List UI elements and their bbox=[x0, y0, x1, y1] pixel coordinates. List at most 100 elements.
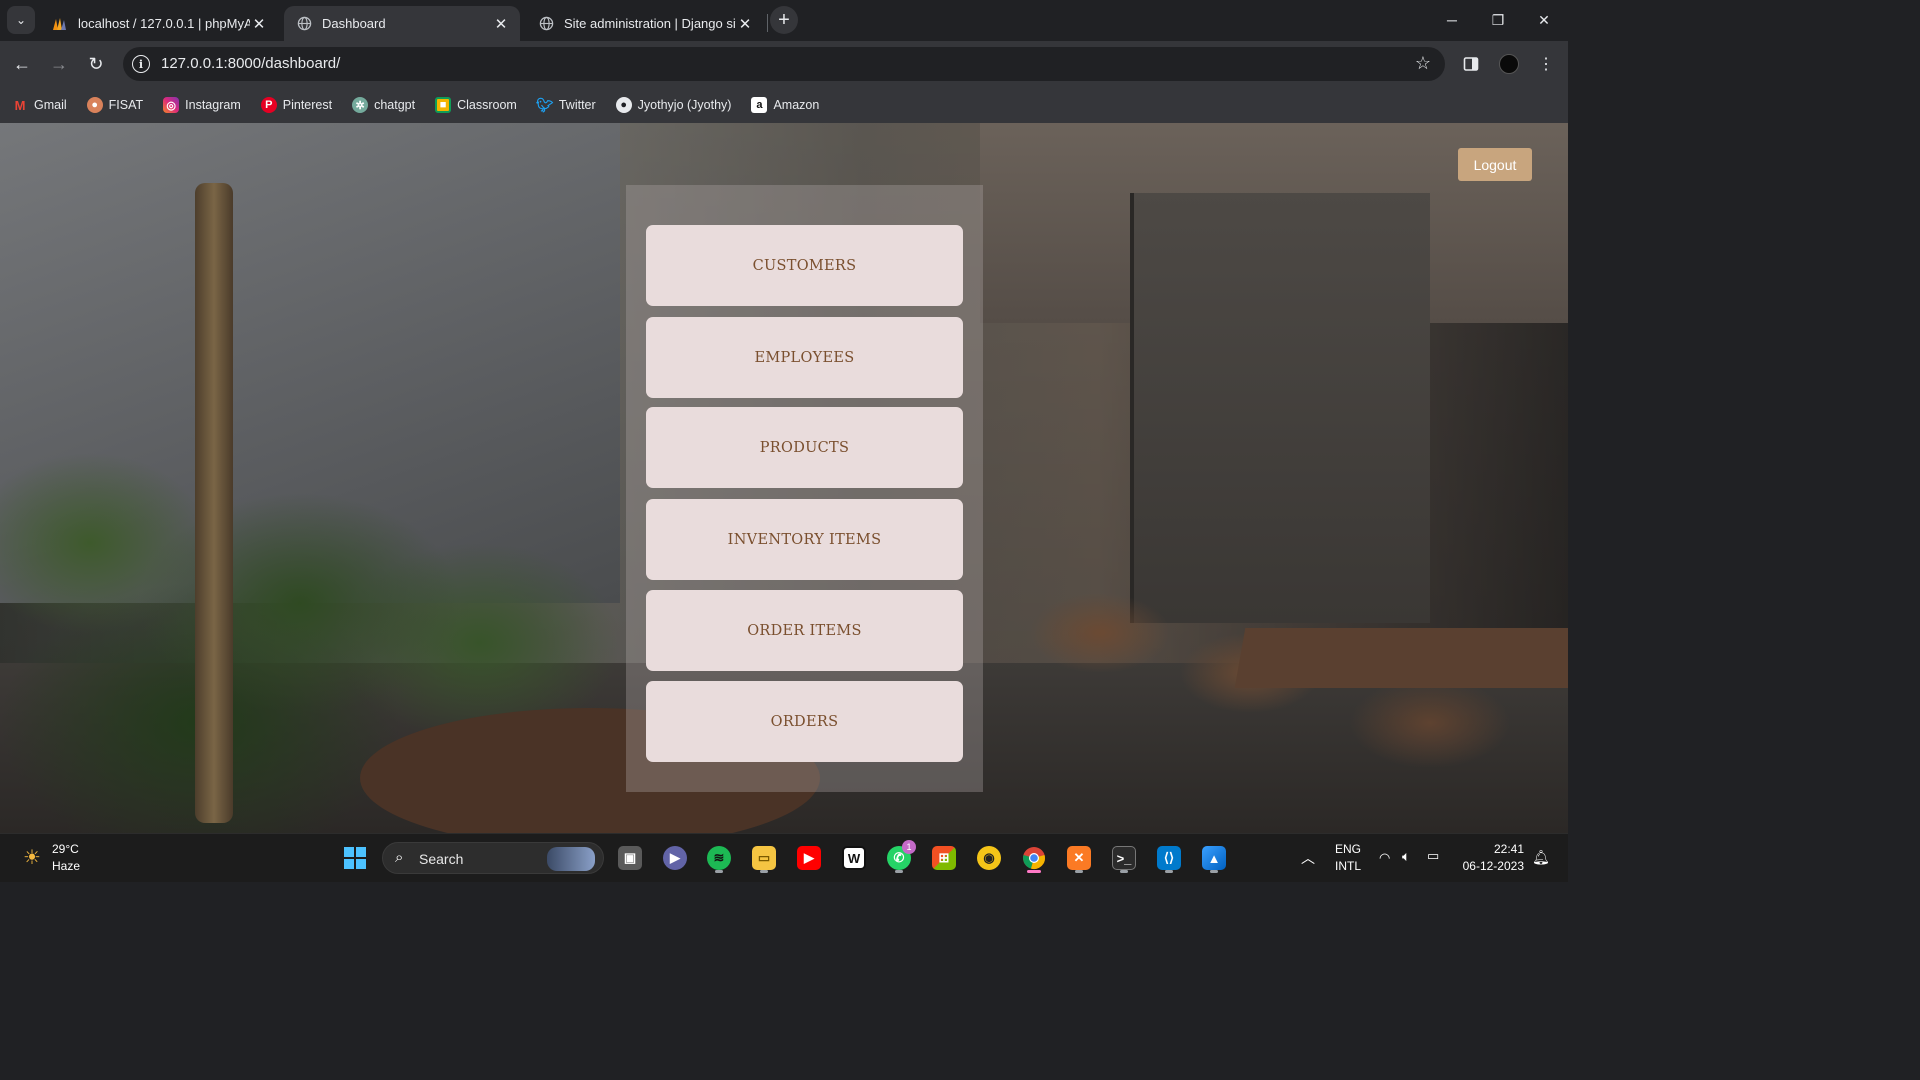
bookmark-chatgpt[interactable]: ✲ chatgpt bbox=[352, 97, 415, 113]
windows-start-icon[interactable] bbox=[338, 842, 372, 874]
search-highlight-image bbox=[547, 847, 595, 871]
tab-dashboard[interactable]: Dashboard ✕ bbox=[284, 6, 520, 41]
whatsapp-badge: 1 bbox=[902, 840, 916, 854]
bookmark-label: Twitter bbox=[558, 98, 596, 112]
forward-arrow-icon[interactable]: → bbox=[45, 50, 73, 78]
teams-meet-icon[interactable]: ▶ bbox=[658, 842, 692, 874]
tab-phpmyadmin[interactable]: localhost / 127.0.0.1 | phpMyAdmin ✕ bbox=[40, 6, 278, 41]
address-bar[interactable]: i 127.0.0.1:8000/dashboard/ ☆ bbox=[123, 47, 1445, 81]
github-icon: ● bbox=[615, 97, 632, 113]
bookmark-twitter[interactable]: 🐦︎ Twitter bbox=[535, 96, 596, 113]
window-close-icon[interactable]: ✕ bbox=[1521, 0, 1567, 40]
bookmark-label: chatgpt bbox=[374, 98, 416, 112]
microsoft-store-icon[interactable]: ⊞ bbox=[927, 842, 961, 874]
clock-time: 22:41 bbox=[1493, 842, 1524, 856]
spotify-icon[interactable]: ≋ bbox=[702, 842, 736, 874]
task-view-icon[interactable]: ▣ bbox=[613, 842, 647, 874]
reload-icon[interactable]: ↻ bbox=[82, 50, 110, 78]
bookmark-label: Jyothyjo (Jyothy) bbox=[637, 98, 732, 112]
bookmark-label: Gmail bbox=[34, 98, 67, 112]
norton-vpn-icon[interactable]: ◉ bbox=[972, 842, 1006, 874]
wikipedia-w-icon[interactable]: W bbox=[837, 842, 871, 874]
employees-button[interactable]: EMPLOYEES bbox=[646, 317, 963, 398]
twitter-icon: 🐦︎ bbox=[535, 96, 554, 113]
taskbar-search-label: Search bbox=[419, 851, 464, 867]
bookmark-gmail[interactable]: M Gmail bbox=[12, 97, 67, 113]
image-viewer-icon[interactable]: ▲ bbox=[1197, 842, 1231, 874]
youtube-icon[interactable]: ▶ bbox=[792, 842, 826, 874]
instagram-icon: ◎ bbox=[163, 97, 180, 113]
globe-icon bbox=[296, 16, 312, 32]
windows-taskbar: ☀ 29°C Haze ⌕ Search ▣ ▶ ≋ ▭ ▶ W ✆ 1 ⊞ ◉… bbox=[0, 833, 1568, 882]
fisat-icon: ● bbox=[86, 97, 103, 113]
side-panel-icon[interactable] bbox=[1457, 50, 1485, 78]
site-info-icon[interactable]: i bbox=[132, 55, 150, 73]
more-menu-icon[interactable]: ⋮ bbox=[1532, 50, 1560, 78]
tab-django-admin[interactable]: Site administration | Django site admin … bbox=[526, 6, 764, 41]
battery-icon[interactable]: ▭ bbox=[1427, 848, 1439, 864]
minimize-icon[interactable]: ─ bbox=[1429, 0, 1475, 40]
background-palm-trunk bbox=[195, 183, 233, 823]
bookmark-classroom[interactable]: ■ Classroom bbox=[435, 97, 517, 113]
show-hidden-icons-chevron[interactable]: ︿ bbox=[1301, 848, 1315, 868]
inventory-items-button[interactable]: INVENTORY ITEMS bbox=[646, 499, 963, 580]
globe-icon bbox=[538, 16, 554, 32]
orders-button[interactable]: ORDERS bbox=[646, 681, 963, 762]
products-button[interactable]: PRODUCTS bbox=[646, 407, 963, 488]
chrome-icon[interactable] bbox=[1017, 842, 1051, 874]
bookmark-star-icon[interactable]: ☆ bbox=[1415, 53, 1431, 74]
file-explorer-icon[interactable]: ▭ bbox=[747, 842, 781, 874]
pinterest-icon: P bbox=[260, 97, 277, 113]
bookmark-label: Amazon bbox=[773, 98, 820, 112]
bookmarks-bar: M Gmail ● FISAT ◎ Instagram P Pinterest … bbox=[0, 87, 1568, 123]
bookmark-github[interactable]: ● Jyothyjo (Jyothy) bbox=[615, 97, 732, 113]
amazon-icon: a bbox=[751, 97, 768, 113]
customers-button[interactable]: CUSTOMERS bbox=[646, 225, 963, 306]
dashboard-menu-panel: CUSTOMERS EMPLOYEES PRODUCTS INVENTORY I… bbox=[626, 185, 983, 792]
tab-title: localhost / 127.0.0.1 | phpMyAdmin bbox=[78, 16, 250, 31]
tab-title: Dashboard bbox=[322, 16, 386, 31]
notification-bell-icon[interactable]: 🔔︎ bbox=[1532, 849, 1550, 866]
chatgpt-icon: ✲ bbox=[352, 97, 369, 113]
order-items-button[interactable]: ORDER ITEMS bbox=[646, 590, 963, 671]
restore-icon[interactable]: ❐ bbox=[1475, 0, 1521, 40]
bookmark-fisat[interactable]: ● FISAT bbox=[86, 97, 143, 113]
phpmyadmin-icon bbox=[52, 16, 68, 32]
close-tab-icon[interactable]: ✕ bbox=[250, 15, 268, 33]
address-url[interactable]: 127.0.0.1:8000/dashboard/ bbox=[161, 55, 340, 72]
bookmark-instagram[interactable]: ◎ Instagram bbox=[163, 97, 241, 113]
logout-button[interactable]: Logout bbox=[1458, 148, 1532, 181]
terminal-icon[interactable]: >_ bbox=[1107, 842, 1141, 874]
clock-date: 06-12-2023 bbox=[1462, 859, 1524, 873]
gmail-icon: M bbox=[14, 97, 26, 113]
close-tab-icon[interactable]: ✕ bbox=[736, 15, 754, 33]
speaker-icon[interactable]: 🔈︎ bbox=[1402, 848, 1410, 865]
new-tab-plus-icon[interactable]: + bbox=[770, 6, 798, 34]
browser-tab-strip: ⌄ localhost / 127.0.0.1 | phpMyAdmin ✕ D… bbox=[0, 0, 1568, 41]
browser-toolbar: ← → ↻ i 127.0.0.1:8000/dashboard/ ☆ ⋮ bbox=[0, 41, 1568, 87]
bookmark-label: Classroom bbox=[457, 98, 517, 112]
taskbar-search[interactable]: ⌕ Search bbox=[382, 842, 604, 874]
back-arrow-icon[interactable]: ← bbox=[8, 50, 36, 78]
wifi-icon[interactable]: ◠ bbox=[1379, 850, 1390, 866]
close-tab-icon[interactable]: ✕ bbox=[492, 15, 510, 33]
weather-haze-icon[interactable]: ☀ bbox=[18, 844, 46, 870]
whatsapp-icon[interactable]: ✆ 1 bbox=[882, 840, 916, 874]
profile-avatar[interactable] bbox=[1495, 50, 1523, 78]
bookmark-label: Instagram bbox=[185, 98, 241, 112]
keyboard-layout: INTL bbox=[1335, 859, 1362, 873]
vscode-icon[interactable]: ⟨⟩ bbox=[1152, 842, 1186, 874]
dashboard-page: Logout CUSTOMERS EMPLOYEES PRODUCTS INVE… bbox=[0, 123, 1568, 833]
language-code: ENG bbox=[1335, 842, 1362, 856]
clock[interactable]: 22:41 06-12-2023 bbox=[1460, 842, 1524, 873]
bookmark-label: Pinterest bbox=[282, 98, 333, 112]
bookmark-pinterest[interactable]: P Pinterest bbox=[260, 97, 333, 113]
tab-search-chevron-icon[interactable]: ⌄ bbox=[7, 6, 35, 34]
classroom-icon: ■ bbox=[435, 97, 452, 113]
tab-title: Site administration | Django site admin bbox=[564, 16, 736, 31]
weather-temperature[interactable]: 29°C bbox=[52, 842, 79, 856]
bookmark-amazon[interactable]: a Amazon bbox=[751, 97, 819, 113]
language-indicator[interactable]: ENG INTL bbox=[1335, 842, 1361, 873]
xampp-icon[interactable]: ✕ bbox=[1062, 842, 1096, 874]
weather-description[interactable]: Haze bbox=[52, 859, 80, 873]
